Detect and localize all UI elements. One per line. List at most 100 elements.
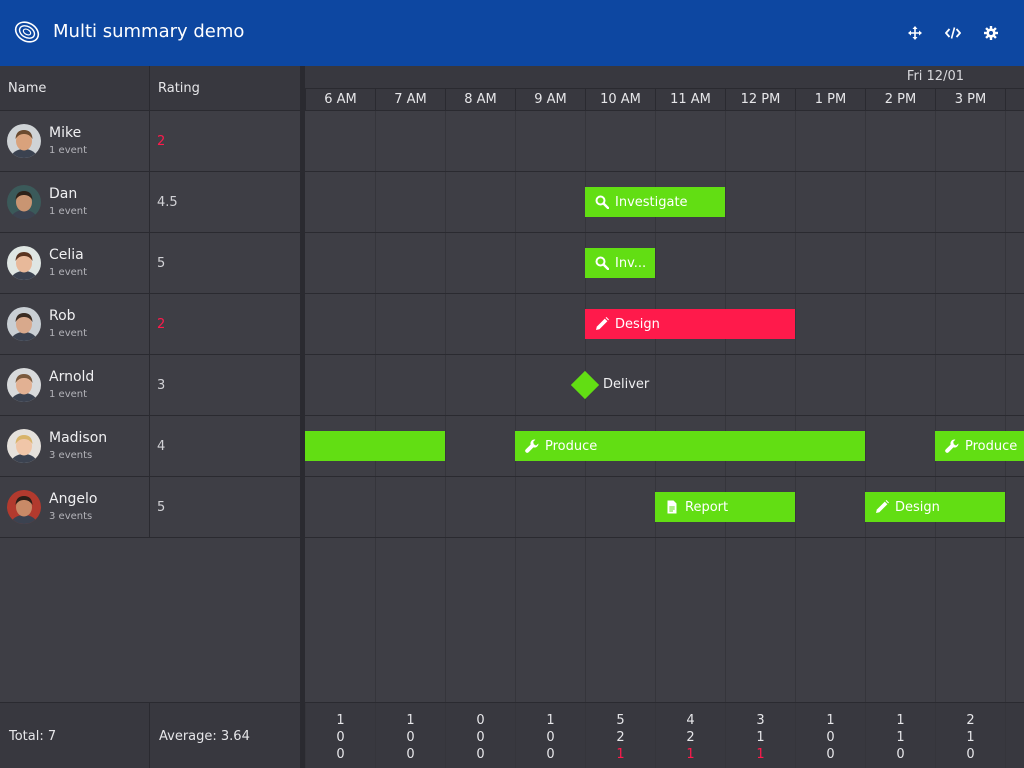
column-header-name[interactable]: Name <box>0 66 150 111</box>
summary-value: 0 <box>1006 729 1024 746</box>
event-count: 1 event <box>49 267 88 278</box>
hour-header-cell: 6 AM <box>305 88 375 110</box>
event-name: Produce <box>545 438 598 454</box>
rating-cell: 4.5 <box>157 195 178 210</box>
hour-header-cell: 12 PM <box>725 88 795 110</box>
avatar <box>7 307 41 341</box>
avatar <box>7 124 41 158</box>
hour-gridline <box>305 111 306 702</box>
resource-row[interactable]: Celia 1 event 5 <box>0 233 300 294</box>
summary-value: 0 <box>826 730 835 745</box>
summary-value: 0 <box>826 747 835 762</box>
name-cell: Arnold 1 event <box>0 355 150 416</box>
column-header-rating[interactable]: Rating <box>150 66 300 111</box>
summary-value: 0 <box>896 747 905 762</box>
timeline-header: Fri 12/01 6 AM 7 AM 8 AM 9 AM 10 AM 11 AM 12 P… <box>305 66 1024 111</box>
row-gridline <box>305 354 1024 355</box>
avatar <box>7 429 41 463</box>
event-name: Design <box>615 316 660 332</box>
summary-value: 4 <box>686 713 695 728</box>
event-name: Report <box>685 499 729 515</box>
resource-row[interactable]: Rob 1 event 2 <box>0 294 300 355</box>
event-bar[interactable]: Design <box>585 309 795 339</box>
rating-cell: 2 <box>157 134 166 149</box>
name-cell: Madison 3 events <box>0 416 150 477</box>
timeline-body[interactable]: Investigate Inv... Design Produce Produce Rep… <box>305 111 1024 702</box>
event-bar[interactable]: Investigate <box>585 187 725 217</box>
summary-value: 1 <box>826 713 835 728</box>
resource-row[interactable]: Madison 3 events 4 <box>0 416 300 477</box>
summary-value: 1 <box>616 747 625 762</box>
event-name: Produce <box>965 438 1018 454</box>
summary-value: 2 <box>686 730 695 745</box>
summary-column: 100 <box>1005 703 1024 768</box>
settings-button[interactable] <box>980 22 1002 44</box>
row-gridline <box>305 232 1024 233</box>
resource-name: Mike <box>49 125 82 141</box>
summary-value: 3 <box>756 713 765 728</box>
name-column-divider <box>149 538 150 702</box>
event-bar[interactable]: Report <box>655 492 795 522</box>
event-bar[interactable]: Produce <box>935 431 1024 461</box>
hour-gridline <box>865 111 866 702</box>
summary-value: 2 <box>616 730 625 745</box>
row-gridline <box>305 476 1024 477</box>
move-arrows-icon <box>908 26 922 40</box>
summary-value: 0 <box>476 730 485 745</box>
name-cell: Mike 1 event <box>0 111 150 172</box>
summary-footer-timeline: 100100000100521421311100110210100 <box>305 702 1024 768</box>
hour-gridline <box>515 111 516 702</box>
app-header: Multi summary demo <box>0 0 1024 66</box>
logo-icon <box>14 21 40 43</box>
wrench-icon <box>945 439 959 453</box>
fullscreen-button[interactable] <box>904 22 926 44</box>
event-name: Investigate <box>615 194 688 210</box>
summary-value: 0 <box>546 730 555 745</box>
avatar-portrait <box>7 368 41 402</box>
resource-row[interactable]: Mike 1 event 2 <box>0 111 300 172</box>
avatar <box>7 368 41 402</box>
name-cell: Angelo 3 events <box>0 477 150 538</box>
scheduler-app: Multi summary demo Name Rating Fri 12/01… <box>0 0 1024 768</box>
avatar-portrait <box>7 429 41 463</box>
summary-column: 2 1 0 <box>935 703 1005 768</box>
code-button[interactable] <box>942 22 964 44</box>
hour-header-cell: 7 AM <box>375 88 445 110</box>
avatar-portrait <box>7 185 41 219</box>
summary-value: 1 <box>896 730 905 745</box>
search-icon <box>595 256 609 270</box>
avatar-portrait <box>7 307 41 341</box>
resource-name: Madison <box>49 430 108 446</box>
resource-row[interactable]: Angelo 3 events 5 <box>0 477 300 538</box>
avatar <box>7 246 41 280</box>
resource-row[interactable]: Arnold 1 event 3 <box>0 355 300 416</box>
milestone-diamond[interactable] <box>570 370 600 400</box>
total-summary: Total: 7 <box>0 703 150 768</box>
event-count: 1 event <box>49 145 88 156</box>
event-bar[interactable]: Produce <box>515 431 865 461</box>
summary-value: 0 <box>336 747 345 762</box>
resource-row[interactable]: Dan 1 event 4.5 <box>0 172 300 233</box>
summary-value: 1 <box>686 747 695 762</box>
search-icon <box>595 195 609 209</box>
event-bar[interactable]: Design <box>865 492 1005 522</box>
resource-name: Angelo <box>49 491 98 507</box>
milestone-label: Deliver <box>603 377 650 392</box>
hour-header-cell: 4 PM <box>1005 88 1024 110</box>
hour-header-cell: 3 PM <box>935 88 1005 110</box>
summary-column: 100 <box>305 703 375 768</box>
hour-header-cell: 9 AM <box>515 88 585 110</box>
hour-gridline <box>1005 111 1006 702</box>
event-bar[interactable]: Inv... <box>585 248 655 278</box>
grid-header: Name Rating <box>0 66 300 111</box>
rating-cell: 4 <box>157 439 166 454</box>
event-bar[interactable] <box>305 431 445 461</box>
summary-column: 100 <box>515 703 585 768</box>
pencil-icon <box>596 317 609 330</box>
summary-value: 5 <box>616 713 625 728</box>
event-count: 1 event <box>49 328 88 339</box>
summary-value: 0 <box>476 713 485 728</box>
summary-value: 0 <box>1006 746 1024 763</box>
gear-icon <box>984 26 998 40</box>
summary-value: 0 <box>406 747 415 762</box>
